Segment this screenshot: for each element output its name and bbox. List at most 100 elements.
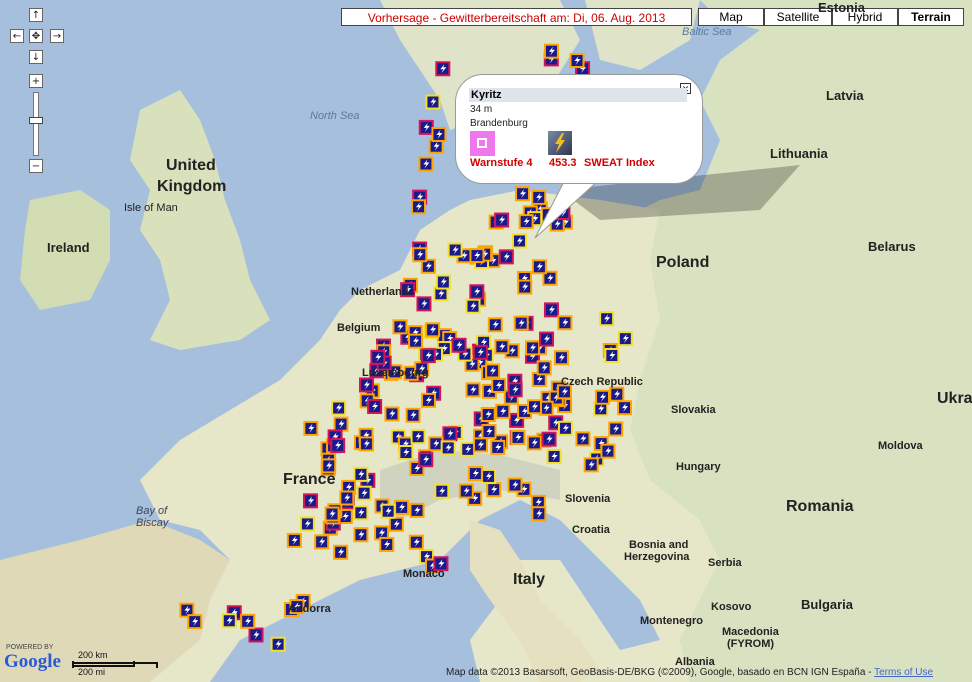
lightning-marker-icon[interactable] xyxy=(353,505,369,521)
lightning-marker-icon[interactable] xyxy=(418,452,434,468)
pan-down-button[interactable]: ↓ xyxy=(29,50,43,64)
lightning-marker-icon[interactable] xyxy=(583,457,599,473)
terms-link[interactable]: Terms of Use xyxy=(874,667,933,678)
lightning-marker-icon[interactable] xyxy=(507,382,523,398)
lightning-marker-icon[interactable] xyxy=(617,331,633,347)
lightning-marker-icon[interactable] xyxy=(356,485,372,501)
lightning-marker-icon[interactable] xyxy=(458,483,474,499)
lightning-marker-icon[interactable] xyxy=(367,399,383,415)
lightning-marker-icon[interactable] xyxy=(447,242,463,258)
lightning-marker-icon[interactable] xyxy=(408,333,424,349)
lightning-marker-icon[interactable] xyxy=(469,248,485,264)
lightning-marker-icon[interactable] xyxy=(490,439,506,455)
lightning-marker-icon[interactable] xyxy=(339,490,355,506)
lightning-marker-icon[interactable] xyxy=(553,350,569,366)
lightning-marker-icon[interactable] xyxy=(480,407,496,423)
lightning-marker-icon[interactable] xyxy=(485,363,501,379)
lightning-marker-icon[interactable] xyxy=(481,424,497,440)
lightning-marker-icon[interactable] xyxy=(451,337,467,353)
zoom-slider-handle[interactable] xyxy=(29,117,43,124)
lightning-marker-icon[interactable] xyxy=(531,506,547,522)
lightning-marker-icon[interactable] xyxy=(460,441,476,457)
lightning-marker-icon[interactable] xyxy=(539,331,555,347)
lightning-marker-icon[interactable] xyxy=(541,431,557,447)
zoom-out-button[interactable]: − xyxy=(29,159,43,173)
maptype-map-button[interactable]: Map xyxy=(698,8,764,26)
lightning-marker-icon[interactable] xyxy=(609,386,625,402)
lightning-marker-icon[interactable] xyxy=(314,534,330,550)
lightning-marker-icon[interactable] xyxy=(525,340,541,356)
lightning-marker-icon[interactable] xyxy=(487,317,503,333)
lightning-marker-icon[interactable] xyxy=(486,482,502,498)
lightning-marker-icon[interactable] xyxy=(412,247,428,263)
lightning-marker-icon[interactable] xyxy=(435,274,451,290)
lightning-marker-icon[interactable] xyxy=(511,233,527,249)
lightning-marker-icon[interactable] xyxy=(248,627,264,643)
lightning-marker-icon[interactable] xyxy=(494,339,510,355)
lightning-marker-icon[interactable] xyxy=(353,527,369,543)
lightning-marker-icon[interactable] xyxy=(526,399,542,415)
lightning-marker-icon[interactable] xyxy=(543,302,559,318)
lightning-marker-icon[interactable] xyxy=(398,445,414,461)
lightning-marker-icon[interactable] xyxy=(324,506,340,522)
lightning-marker-icon[interactable] xyxy=(472,437,488,453)
lightning-marker-icon[interactable] xyxy=(440,440,456,456)
lightning-marker-icon[interactable] xyxy=(431,126,447,142)
lightning-marker-icon[interactable] xyxy=(531,259,547,275)
lightning-marker-icon[interactable] xyxy=(425,94,441,110)
lightning-marker-icon[interactable] xyxy=(510,429,526,445)
lightning-marker-icon[interactable] xyxy=(408,534,424,550)
lightning-marker-icon[interactable] xyxy=(420,392,436,408)
lightning-marker-icon[interactable] xyxy=(442,426,458,442)
lightning-marker-icon[interactable] xyxy=(384,406,400,422)
lightning-marker-icon[interactable] xyxy=(481,468,497,484)
lightning-marker-icon[interactable] xyxy=(286,532,302,548)
lightning-marker-icon[interactable] xyxy=(494,212,510,228)
lightning-marker-icon[interactable] xyxy=(604,347,620,363)
lightning-marker-icon[interactable] xyxy=(380,503,396,519)
lightning-marker-icon[interactable] xyxy=(405,407,421,423)
lightning-marker-icon[interactable] xyxy=(394,499,410,515)
lightning-marker-icon[interactable] xyxy=(536,360,552,376)
lightning-marker-icon[interactable] xyxy=(575,431,591,447)
lightning-marker-icon[interactable] xyxy=(331,400,347,416)
google-logo[interactable]: Google xyxy=(4,651,61,673)
lightning-marker-icon[interactable] xyxy=(418,119,434,135)
lightning-marker-icon[interactable] xyxy=(416,296,432,312)
zoom-slider-track[interactable] xyxy=(29,92,43,156)
lightning-marker-icon[interactable] xyxy=(353,466,369,482)
lightning-marker-icon[interactable] xyxy=(303,493,319,509)
lightning-marker-icon[interactable] xyxy=(546,448,562,464)
lightning-marker-icon[interactable] xyxy=(507,477,523,493)
lightning-marker-icon[interactable] xyxy=(472,344,488,360)
lightning-marker-icon[interactable] xyxy=(543,43,559,59)
lightning-marker-icon[interactable] xyxy=(392,319,408,335)
lightning-marker-icon[interactable] xyxy=(240,613,256,629)
lightning-marker-icon[interactable] xyxy=(330,438,346,454)
lightning-marker-icon[interactable] xyxy=(594,389,610,405)
lightning-marker-icon[interactable] xyxy=(358,436,374,452)
lightning-marker-icon[interactable] xyxy=(359,377,375,393)
lightning-marker-icon[interactable] xyxy=(410,429,426,445)
lightning-marker-icon[interactable] xyxy=(469,284,485,300)
lightning-marker-icon[interactable] xyxy=(388,516,404,532)
lightning-marker-icon[interactable] xyxy=(517,279,533,295)
lightning-marker-icon[interactable] xyxy=(425,322,441,338)
lightning-marker-icon[interactable] xyxy=(513,315,529,331)
lightning-marker-icon[interactable] xyxy=(299,516,315,532)
lightning-marker-icon[interactable] xyxy=(599,311,615,327)
lightning-marker-icon[interactable] xyxy=(411,199,427,215)
lightning-marker-icon[interactable] xyxy=(435,61,451,77)
lightning-marker-icon[interactable] xyxy=(465,382,481,398)
lightning-marker-icon[interactable] xyxy=(333,416,349,432)
lightning-marker-icon[interactable] xyxy=(434,483,450,499)
lightning-marker-icon[interactable] xyxy=(526,435,542,451)
pan-up-button[interactable]: ↑ xyxy=(29,8,43,22)
lightning-marker-icon[interactable] xyxy=(569,53,585,69)
lightning-marker-icon[interactable] xyxy=(428,436,444,452)
lightning-marker-icon[interactable] xyxy=(418,156,434,172)
lightning-marker-icon[interactable] xyxy=(420,348,436,364)
zoom-in-button[interactable]: + xyxy=(29,74,43,88)
lightning-marker-icon[interactable] xyxy=(409,502,425,518)
lightning-marker-icon[interactable] xyxy=(557,315,573,331)
